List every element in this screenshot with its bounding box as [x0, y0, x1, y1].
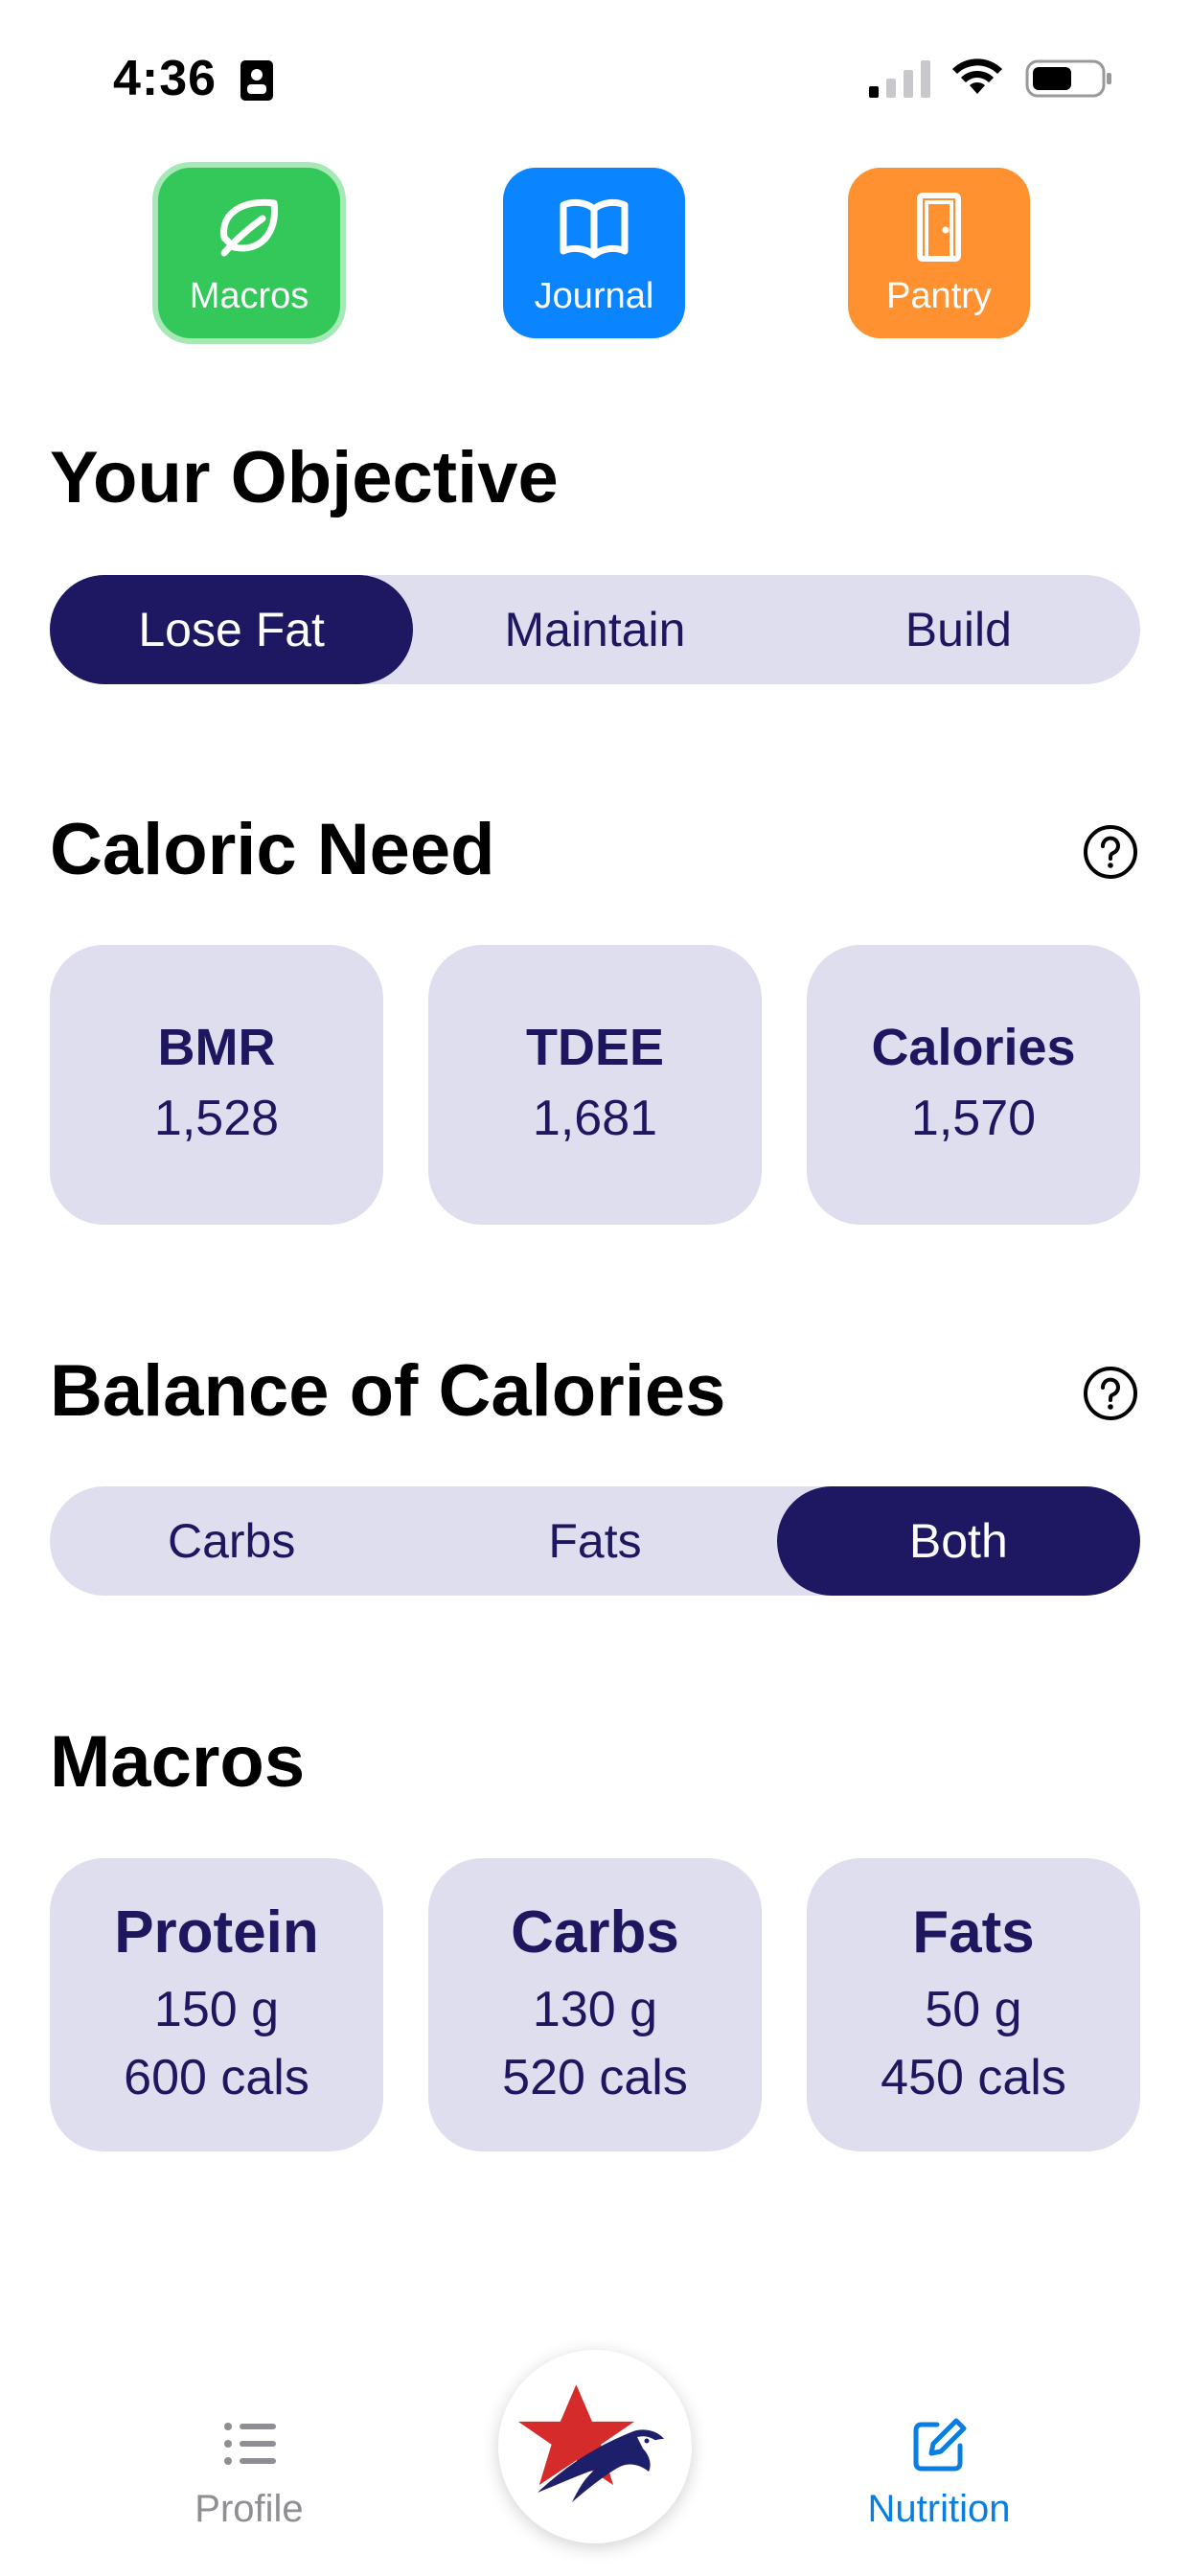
- carbs-card: Carbs 130 g 520 cals: [428, 1858, 762, 2151]
- objective-option-build[interactable]: Build: [777, 575, 1140, 684]
- fats-label: Fats: [912, 1899, 1035, 1966]
- balance-option-fats[interactable]: Fats: [413, 1486, 776, 1596]
- wifi-icon: [952, 58, 1002, 94]
- tdee-label: TDEE: [525, 1019, 665, 1077]
- tab-profile-label: Profile: [195, 2488, 304, 2530]
- protein-label: Protein: [114, 1899, 319, 1966]
- tdee-card: TDEE 1,681: [428, 945, 762, 1225]
- journal-tile-button[interactable]: Journal: [503, 168, 685, 338]
- bmr-label: BMR: [157, 1019, 276, 1077]
- balance-help-icon[interactable]: [1083, 1366, 1138, 1421]
- calories-value: 1,570: [910, 1091, 1037, 1147]
- door-icon: [917, 192, 961, 262]
- protein-card: Protein 150 g 600 cals: [50, 1858, 383, 2151]
- balance-option-both[interactable]: Both: [776, 1486, 1140, 1596]
- bmr-value: 1,528: [153, 1091, 280, 1147]
- fats-card: Fats 50 g 450 cals: [807, 1858, 1140, 2151]
- carbs-cals: 520 cals: [502, 2049, 688, 2105]
- calories-label: Calories: [871, 1019, 1076, 1077]
- caloric-need-title: Caloric Need: [50, 809, 495, 890]
- calories-card: Calories 1,570: [807, 945, 1140, 1225]
- macros-title: Macros: [50, 1721, 306, 1803]
- edit-square-icon: [913, 2418, 967, 2472]
- id-card-icon: [240, 60, 273, 101]
- book-icon: [560, 198, 629, 258]
- carbs-label: Carbs: [511, 1899, 679, 1966]
- objective-segmented-control: Lose Fat Maintain Build: [50, 575, 1140, 684]
- objective-option-maintain[interactable]: Maintain: [413, 575, 776, 684]
- eagle-star-logo-icon: [518, 2384, 664, 2502]
- macros-tile-button[interactable]: Macros: [158, 168, 340, 338]
- balance-option-carbs[interactable]: Carbs: [50, 1486, 413, 1596]
- list-icon: [224, 2423, 276, 2465]
- caloric-need-help-icon[interactable]: [1083, 824, 1138, 880]
- protein-cals: 600 cals: [124, 2049, 309, 2105]
- macros-tile-label: Macros: [189, 275, 309, 316]
- carbs-grams: 130 g: [532, 1982, 658, 2038]
- tab-profile[interactable]: Profile: [153, 2413, 345, 2531]
- cellular-signal-icon: [869, 60, 930, 98]
- tab-nutrition-label: Nutrition: [867, 2488, 1011, 2530]
- bmr-card: BMR 1,528: [50, 945, 383, 1225]
- objective-option-lose-fat[interactable]: Lose Fat: [50, 575, 414, 684]
- center-logo-button[interactable]: [498, 2350, 692, 2543]
- fats-grams: 50 g: [925, 1982, 1022, 2038]
- status-time: 4:36: [113, 51, 217, 106]
- balance-title: Balance of Calories: [50, 1350, 726, 1432]
- protein-grams: 150 g: [153, 1982, 280, 2038]
- tdee-value: 1,681: [532, 1091, 658, 1147]
- bottom-tab-bar: Profile Nutrition: [0, 2319, 1190, 2576]
- status-bar: 4:36: [0, 0, 1190, 144]
- balance-segmented-control: Carbs Fats Both: [50, 1486, 1140, 1596]
- battery-icon: [1025, 59, 1111, 98]
- journal-tile-label: Journal: [534, 275, 654, 316]
- leaf-icon: [220, 198, 279, 256]
- objective-title: Your Objective: [50, 437, 559, 518]
- pantry-tile-label: Pantry: [886, 275, 992, 316]
- pantry-tile-button[interactable]: Pantry: [848, 168, 1030, 338]
- tab-nutrition[interactable]: Nutrition: [843, 2413, 1035, 2531]
- fats-cals: 450 cals: [881, 2049, 1066, 2105]
